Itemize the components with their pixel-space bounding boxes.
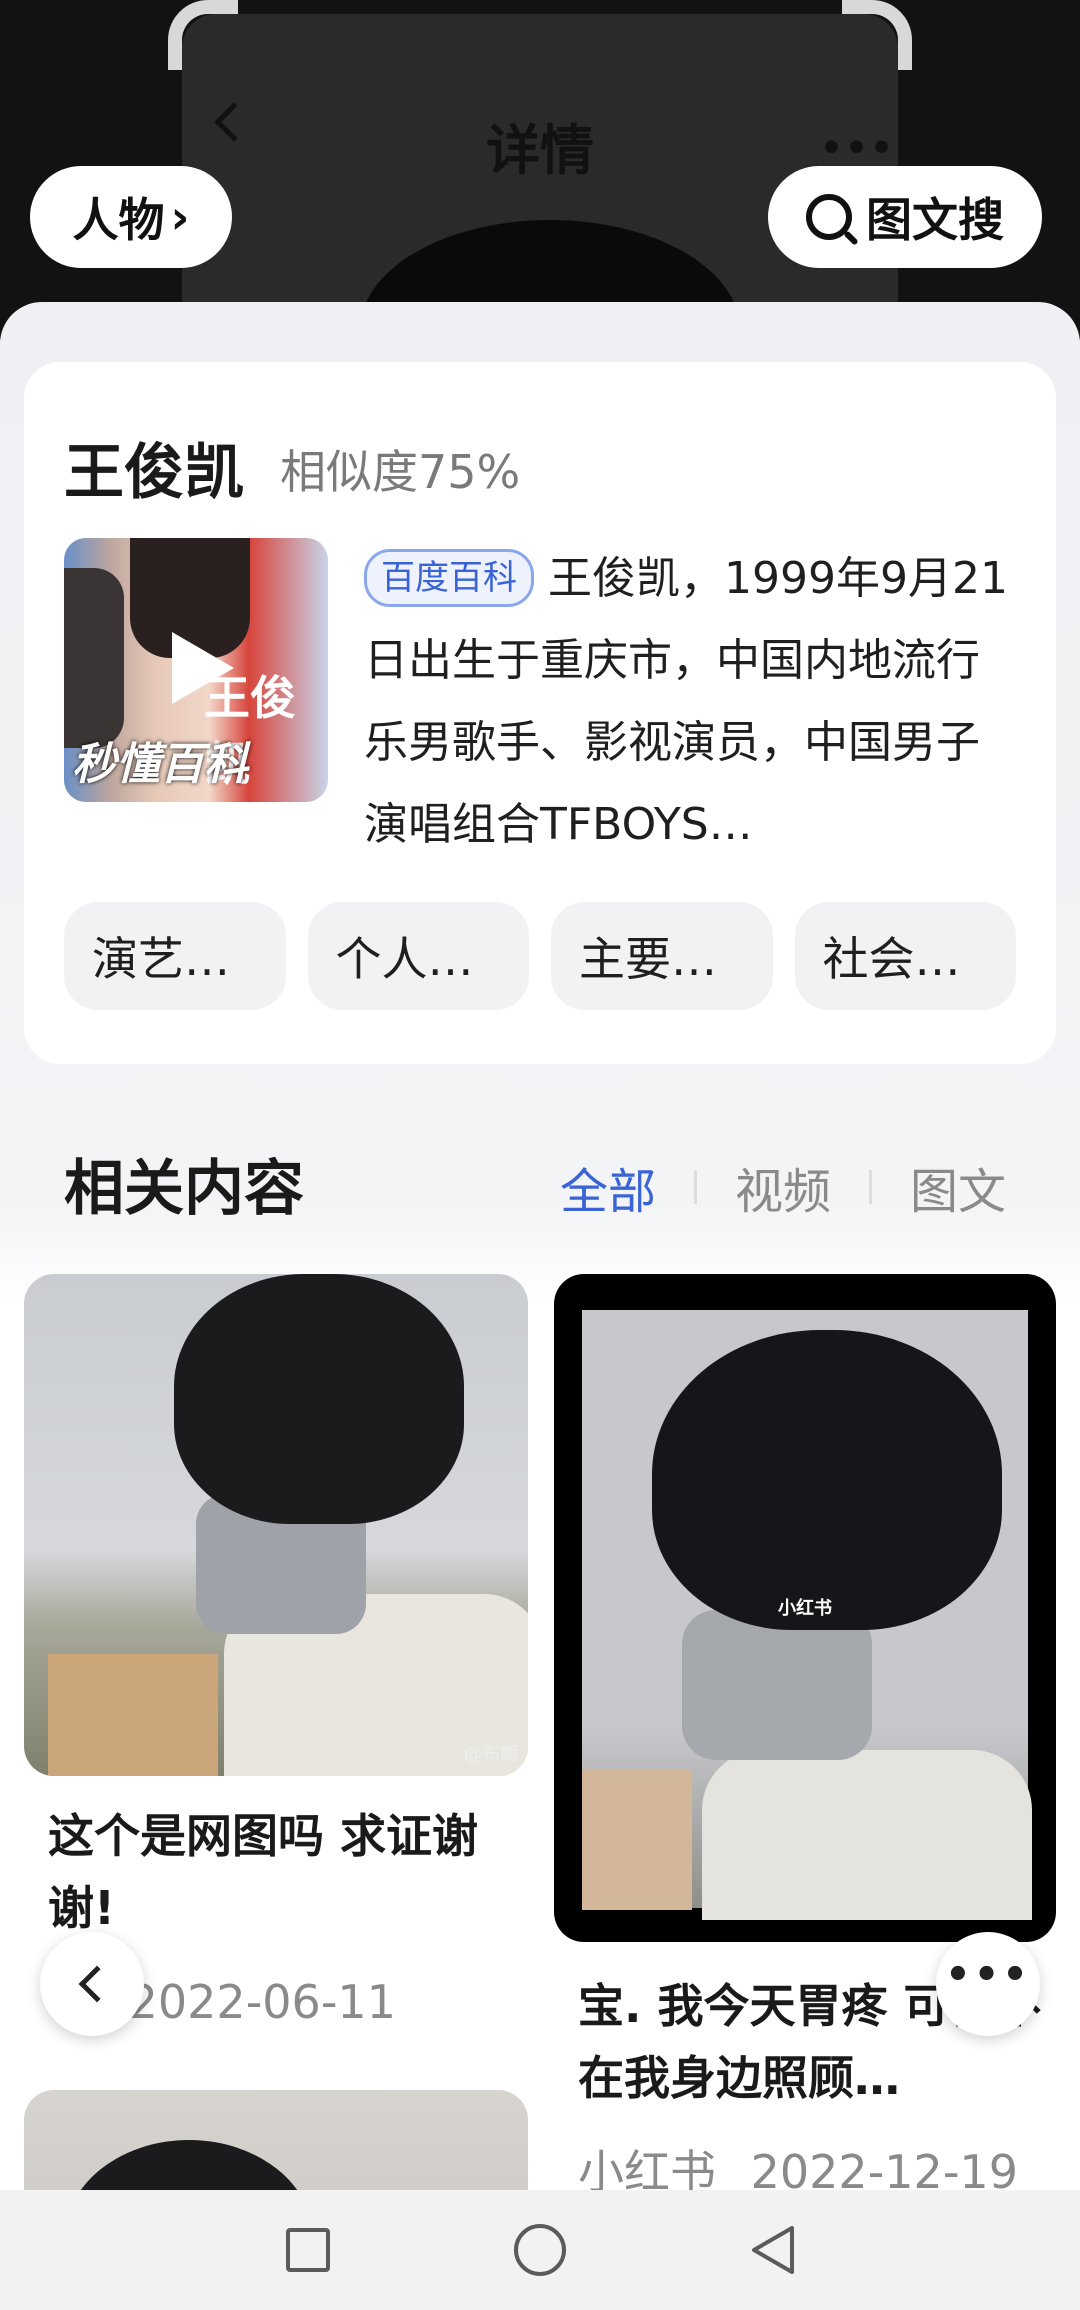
home-icon[interactable] xyxy=(514,2224,566,2276)
chevron-right-icon: › xyxy=(170,190,190,244)
person-description[interactable]: 百度百科 王俊凯，1999年9月21日出生于重庆市，中国内地流行乐男歌手、影视演员… xyxy=(364,538,1014,866)
baike-video-thumbnail[interactable]: 王俊凯 秒懂百科 xyxy=(64,538,328,802)
person-filter-label: 人物 xyxy=(72,193,165,247)
image-watermark: @布朗 xyxy=(464,1744,518,1765)
related-filter-tabs: 全部 视频 图文 xyxy=(560,1152,1006,1222)
tab-divider xyxy=(694,1170,698,1204)
preview-more-icon: ••• xyxy=(820,128,896,169)
person-name: 王俊凯 xyxy=(64,438,244,508)
baike-source-badge: 百度百科 xyxy=(364,549,534,607)
tab-video[interactable]: 视频 xyxy=(735,1152,831,1222)
post-image-1[interactable]: @布朗 xyxy=(24,1274,528,1776)
related-section-title: 相关内容 xyxy=(64,1154,304,1224)
thumbnail-watermark: 秒懂百科 xyxy=(72,739,248,790)
chip-career[interactable]: 演艺… xyxy=(64,902,286,1010)
play-icon xyxy=(172,632,234,704)
more-button[interactable]: ••• xyxy=(936,1932,1040,2036)
search-icon xyxy=(806,194,852,240)
image-text-search-label: 图文搜 xyxy=(866,193,1004,247)
recent-apps-icon[interactable] xyxy=(286,2228,330,2272)
tab-image-text[interactable]: 图文 xyxy=(910,1152,1006,1222)
tab-all[interactable]: 全部 xyxy=(560,1152,656,1222)
post-image-2[interactable]: 小红书 xyxy=(554,1274,1056,1942)
chip-works[interactable]: 主要… xyxy=(551,902,773,1010)
system-navigation-bar xyxy=(0,2190,1080,2310)
back-triangle-icon[interactable] xyxy=(748,2224,800,2276)
chip-personal[interactable]: 个人… xyxy=(307,902,529,1010)
image-watermark: 小红书 xyxy=(778,1598,832,1619)
chevron-left-icon xyxy=(78,1965,116,2003)
more-icon: ••• xyxy=(945,1952,1031,1998)
tab-divider xyxy=(869,1170,873,1204)
image-text-search-button[interactable]: 图文搜 xyxy=(768,166,1042,268)
info-chip-row: 演艺… 个人… 主要… 社会… xyxy=(64,902,1016,1010)
post-date: 2022-06-11 xyxy=(128,1975,396,2029)
post-title-1[interactable]: 这个是网图吗 求证谢谢! xyxy=(48,1800,518,1944)
back-button[interactable] xyxy=(40,1932,144,2036)
preview-title: 详情 xyxy=(486,119,594,182)
similarity-score: 相似度75% xyxy=(280,445,521,499)
person-filter-button[interactable]: 人物 › xyxy=(30,166,232,268)
chip-social[interactable]: 社会… xyxy=(794,902,1016,1010)
